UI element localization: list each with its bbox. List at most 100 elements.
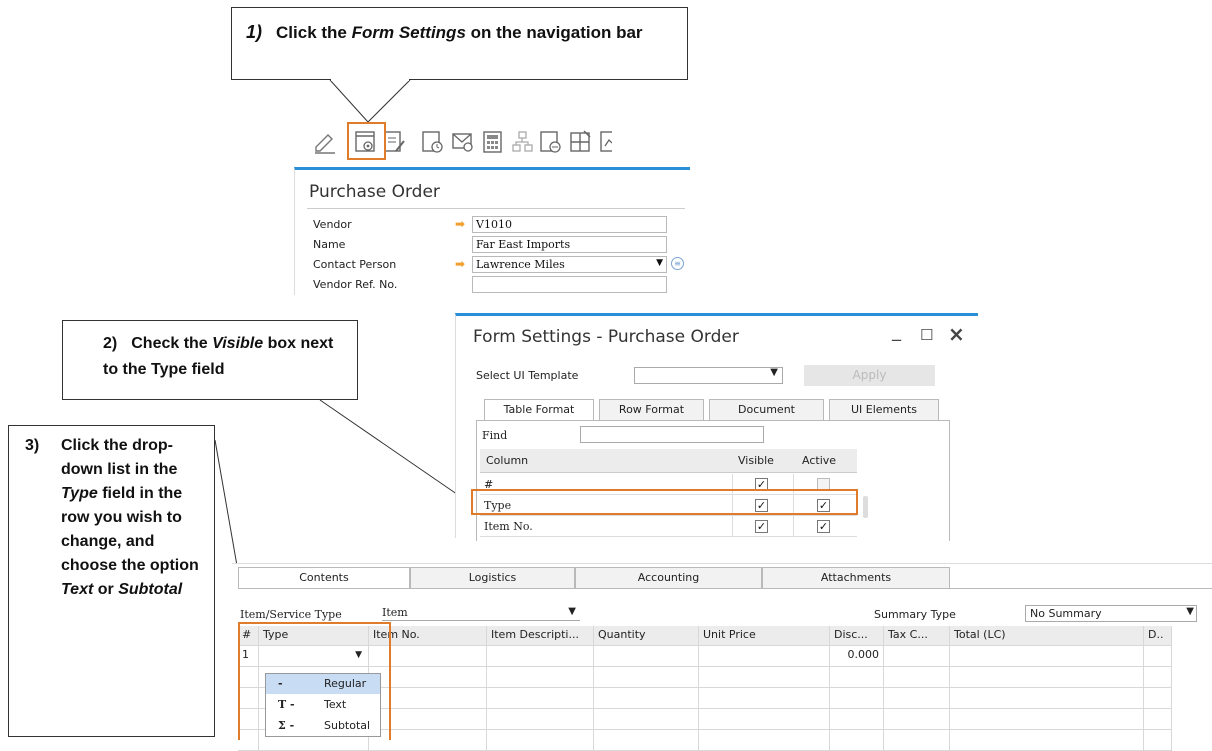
visible-checkbox[interactable]: ✓: [755, 499, 768, 512]
visible-checkbox[interactable]: ✓: [755, 520, 768, 533]
document-link-icon[interactable]: [420, 129, 446, 155]
grid-cell[interactable]: [950, 667, 1144, 688]
tab-contents[interactable]: Contents: [238, 567, 410, 589]
tab-logistics[interactable]: Logistics: [410, 567, 575, 589]
grid-cell[interactable]: [699, 667, 830, 688]
active-checkbox[interactable]: [817, 478, 830, 491]
item-type-select[interactable]: Item ▼: [382, 606, 580, 621]
scrollbar-thumb[interactable]: [863, 496, 868, 518]
type-option-text[interactable]: T - Text: [266, 695, 380, 715]
grid-header-cell[interactable]: Disc...: [830, 626, 884, 646]
form-settings-icon[interactable]: [353, 129, 379, 155]
grid-cell[interactable]: [487, 646, 594, 667]
grid-cell[interactable]: [369, 646, 487, 667]
grid-cell[interactable]: [950, 709, 1144, 730]
grid-cell[interactable]: [1144, 730, 1172, 751]
chevron-down-icon[interactable]: ▼: [355, 650, 362, 660]
tab-document[interactable]: Document: [709, 399, 824, 421]
maximize-button[interactable]: ☐: [920, 326, 933, 344]
summary-type-select[interactable]: No Summary ▼: [1025, 605, 1197, 622]
grid-cell[interactable]: [830, 667, 884, 688]
po-field-input[interactable]: [472, 276, 667, 293]
grid-cell[interactable]: [238, 688, 259, 709]
type-option-regular[interactable]: - Regular: [266, 674, 380, 694]
grid-cell[interactable]: [1144, 646, 1172, 667]
edit-icon[interactable]: [312, 129, 338, 155]
type-option-subtotal[interactable]: Σ - Subtotal: [266, 716, 380, 736]
grid-cell[interactable]: [369, 730, 487, 751]
tab-attachments[interactable]: Attachments: [762, 567, 950, 589]
grid-header-cell[interactable]: #: [238, 626, 259, 646]
visible-checkbox[interactable]: ✓: [755, 478, 768, 491]
active-checkbox[interactable]: ✓: [817, 499, 830, 512]
grid-cell[interactable]: [884, 688, 950, 709]
ui-template-select[interactable]: ▼: [634, 367, 783, 384]
grid-header-cell[interactable]: Total (LC): [950, 626, 1144, 646]
grid-cell[interactable]: [487, 667, 594, 688]
grid-cell[interactable]: [487, 730, 594, 751]
minimize-button[interactable]: _: [892, 321, 901, 342]
grid-cell[interactable]: [487, 709, 594, 730]
find-input[interactable]: [580, 426, 764, 443]
tab-table-format[interactable]: Table Format: [484, 399, 594, 421]
grid-cell[interactable]: [950, 688, 1144, 709]
grid-header-cell[interactable]: Tax C...: [884, 626, 950, 646]
apply-button[interactable]: Apply: [804, 365, 935, 386]
grid-cell[interactable]: [369, 688, 487, 709]
grid-cell[interactable]: 1: [238, 646, 259, 667]
grid-cell[interactable]: [369, 667, 487, 688]
grid-cell[interactable]: [487, 688, 594, 709]
link-arrow-icon[interactable]: ➡: [455, 257, 465, 271]
grid-cell[interactable]: [830, 730, 884, 751]
grid-cell[interactable]: [238, 667, 259, 688]
tab-accounting[interactable]: Accounting: [575, 567, 762, 589]
grid-cell[interactable]: ▼: [259, 646, 369, 667]
grid-cell[interactable]: [699, 646, 830, 667]
grid-cell[interactable]: [699, 730, 830, 751]
grid-cell[interactable]: [884, 667, 950, 688]
close-button[interactable]: ×: [948, 322, 965, 346]
grid-cell[interactable]: [950, 646, 1144, 667]
grid-cell[interactable]: [699, 688, 830, 709]
grid-cell[interactable]: [594, 646, 699, 667]
contact-info-icon[interactable]: ≡: [671, 257, 684, 270]
po-field-input[interactable]: Lawrence Miles ▼: [472, 256, 667, 273]
grid-cell[interactable]: [1144, 667, 1172, 688]
grid-header-cell[interactable]: Item Descripti...: [487, 626, 594, 646]
grid-cell[interactable]: [369, 709, 487, 730]
grid-cell[interactable]: [594, 730, 699, 751]
grid-cell[interactable]: [238, 730, 259, 751]
grid-header-cell[interactable]: Unit Price: [699, 626, 830, 646]
calculator-icon[interactable]: [480, 129, 506, 155]
grid-cell[interactable]: [1144, 709, 1172, 730]
grid-cell[interactable]: [884, 646, 950, 667]
grid-cell[interactable]: [884, 709, 950, 730]
grid-header-cell[interactable]: D..: [1144, 626, 1172, 646]
grid-cell[interactable]: [950, 730, 1144, 751]
grid-cell[interactable]: [699, 709, 830, 730]
grid-cell[interactable]: [594, 667, 699, 688]
po-field-input[interactable]: V1010: [472, 216, 667, 233]
tab-row-format[interactable]: Row Format: [599, 399, 704, 421]
grid-cell[interactable]: [830, 709, 884, 730]
grid-cell[interactable]: [830, 688, 884, 709]
settings-edit-icon[interactable]: [382, 129, 408, 155]
grid-cell[interactable]: [238, 709, 259, 730]
grid-cell[interactable]: [594, 688, 699, 709]
report-icon[interactable]: [538, 129, 564, 155]
po-field-input[interactable]: Far East Imports: [472, 236, 667, 253]
tab-ui-elements[interactable]: UI Elements: [829, 399, 939, 421]
grid-cell[interactable]: [884, 730, 950, 751]
ui-elements-icon[interactable]: [568, 129, 594, 155]
active-checkbox[interactable]: ✓: [817, 520, 830, 533]
grid-header-cell[interactable]: Type: [259, 626, 369, 646]
grid-cell[interactable]: 0.000: [830, 646, 884, 667]
grid-header-cell[interactable]: Quantity: [594, 626, 699, 646]
relationship-map-icon[interactable]: [510, 129, 536, 155]
grid-header-cell[interactable]: Item No.: [369, 626, 487, 646]
email-icon[interactable]: [450, 129, 476, 155]
grid-cell[interactable]: [1144, 688, 1172, 709]
more-icon[interactable]: [598, 129, 612, 155]
link-arrow-icon[interactable]: ➡: [455, 217, 465, 231]
grid-cell[interactable]: [594, 709, 699, 730]
